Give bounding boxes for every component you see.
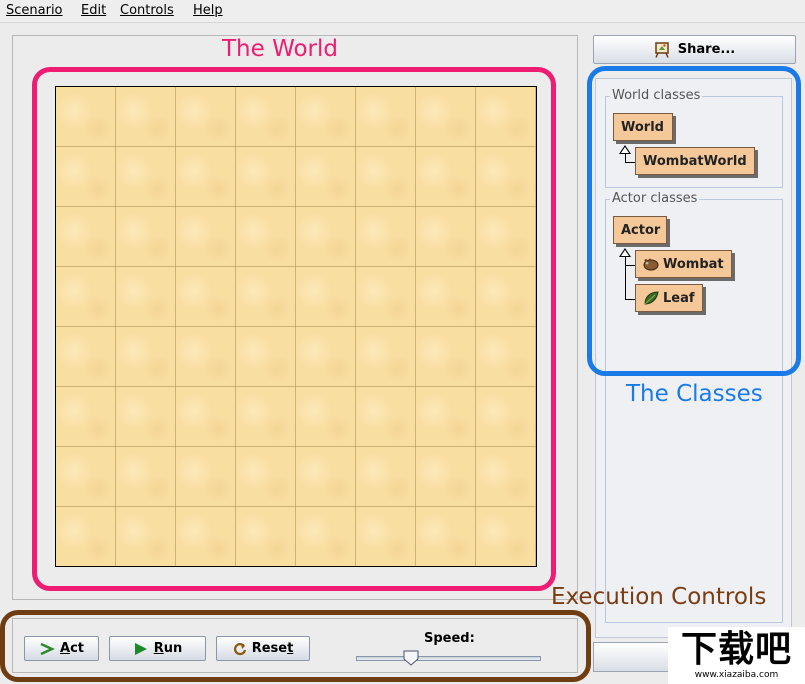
share-button-label: Share... (677, 42, 736, 57)
menu-edit[interactable]: Edit (81, 3, 106, 18)
classes-annotation-label: The Classes (626, 381, 763, 407)
execution-annotation-label: Execution Controls (551, 584, 767, 610)
classes-annotation-frame (587, 66, 801, 376)
menu-controls[interactable]: Controls (120, 3, 174, 18)
easel-icon (654, 42, 670, 58)
run-label: Run (153, 641, 183, 656)
compile-button[interactable] (593, 642, 673, 672)
reset-button[interactable]: Reset (216, 636, 310, 661)
world-annotation-label: The World (222, 36, 338, 62)
act-button[interactable]: Act (24, 636, 99, 661)
menu-help[interactable]: Help (193, 3, 223, 18)
speed-slider-track[interactable] (356, 656, 541, 661)
reset-icon (233, 642, 247, 656)
share-button[interactable]: Share... (593, 35, 796, 64)
act-icon (39, 642, 55, 656)
menu-bar: Scenario Edit Controls Help (0, 0, 805, 23)
act-label: Act (60, 641, 84, 656)
reset-label: Reset (251, 641, 294, 656)
speed-slider-thumb[interactable] (403, 650, 419, 666)
world-annotation-frame (32, 67, 556, 591)
play-icon (133, 642, 149, 656)
run-button[interactable]: Run (109, 636, 206, 661)
menu-scenario[interactable]: Scenario (6, 3, 63, 18)
speed-label: Speed: (424, 631, 475, 646)
watermark-url: www.xiazaiba.com (694, 670, 779, 680)
watermark: 下载吧 www.xiazaiba.com (668, 627, 805, 684)
watermark-logo: 下载吧 (680, 629, 792, 670)
